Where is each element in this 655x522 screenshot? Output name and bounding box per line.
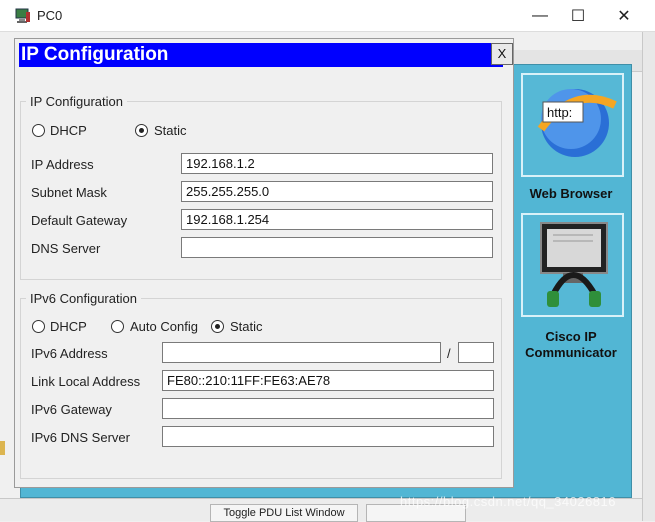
toggle-pdu-list-button[interactable]: Toggle PDU List Window <box>210 504 358 522</box>
web-browser-icon-text: http: <box>547 105 572 120</box>
ipv4-group-legend: IP Configuration <box>30 94 123 109</box>
ipv6-dhcp-label: DHCP <box>50 319 87 334</box>
ipv4-dhcp-radio[interactable] <box>32 124 45 137</box>
ip-address-field[interactable]: 192.168.1.2 <box>181 153 493 174</box>
ipv4-static-label: Static <box>154 123 187 138</box>
ipv6-address-label: IPv6 Address <box>31 346 108 361</box>
dns-server-label: DNS Server <box>31 241 101 256</box>
dialog-titlebar: IP Configuration <box>19 43 503 67</box>
cisco-ip-communicator-label: Cisco IP Communicator <box>510 329 632 361</box>
link-local-address-field[interactable]: FE80::210:11FF:FE63:AE78 <box>162 370 494 391</box>
ipv6-dhcp-radio[interactable] <box>32 320 45 333</box>
watermark: https://blog.csdn.net/qq_34026816 <box>400 494 616 509</box>
ipv4-dhcp-label: DHCP <box>50 123 87 138</box>
web-browser-label: Web Browser <box>529 186 613 201</box>
ipv6-auto-config-radio[interactable] <box>111 320 124 333</box>
maximize-button[interactable]: ☐ <box>555 0 601 32</box>
ip-address-label: IP Address <box>31 157 94 172</box>
close-icon: ✕ <box>617 8 631 25</box>
ipv6-static-radio[interactable] <box>211 320 224 333</box>
ipv6-dns-server-field[interactable] <box>162 426 494 447</box>
ipv6-gateway-field[interactable] <box>162 398 494 419</box>
ipv6-dns-server-label: IPv6 DNS Server <box>31 430 130 445</box>
subnet-mask-field[interactable]: 255.255.255.0 <box>181 181 493 202</box>
link-local-address-label: Link Local Address <box>31 374 141 389</box>
subnet-mask-label: Subnet Mask <box>31 185 107 200</box>
ipv6-address-field[interactable] <box>162 342 441 363</box>
pc-icon <box>15 8 30 23</box>
cisco-ip-label-line1: Cisco IP <box>545 329 597 344</box>
default-gateway-field[interactable]: 192.168.1.254 <box>181 209 493 230</box>
default-gateway-label: Default Gateway <box>31 213 128 228</box>
maximize-icon: ☐ <box>570 8 586 25</box>
dialog-title: IP Configuration <box>21 44 169 65</box>
cisco-ip-communicator-icon <box>540 222 608 307</box>
web-browser-tile[interactable]: http: <box>521 73 624 177</box>
right-edge-strip <box>642 32 655 521</box>
cisco-ip-label-line2: Communicator <box>525 345 617 360</box>
ip-configuration-dialog: IP Configuration X IP Configuration DHCP… <box>14 38 514 488</box>
ipv4-static-radio[interactable] <box>135 124 148 137</box>
ipv6-static-label: Static <box>230 319 263 334</box>
dialog-close-button[interactable]: X <box>491 43 513 65</box>
ipv6-prefix-field[interactable] <box>458 342 494 363</box>
window-title: PC0 <box>37 8 63 23</box>
cisco-ip-communicator-tile[interactable] <box>521 213 624 317</box>
close-window-button[interactable]: ✕ <box>601 0 647 32</box>
web-browser-icon: http: <box>537 89 617 157</box>
dns-server-field[interactable] <box>181 237 493 258</box>
left-edge-fragment <box>0 441 5 455</box>
ipv6-group-legend: IPv6 Configuration <box>30 291 137 306</box>
ipv6-gateway-label: IPv6 Gateway <box>31 402 112 417</box>
window-titlebar: PC0 — ☐ ✕ <box>0 0 655 32</box>
ipv6-auto-config-label: Auto Config <box>130 319 198 334</box>
close-icon: X <box>497 46 507 61</box>
minimize-icon: — <box>532 7 548 24</box>
prefix-separator: / <box>447 346 451 361</box>
